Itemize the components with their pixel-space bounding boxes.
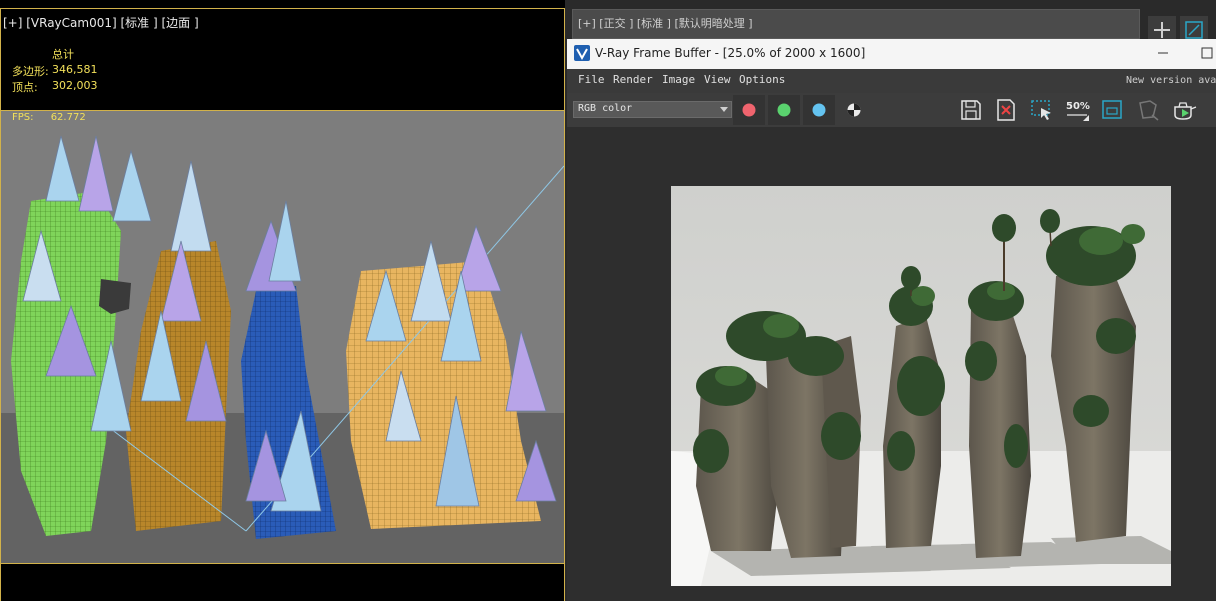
minimize-button[interactable] (1155, 45, 1171, 61)
menu-file[interactable]: File (578, 73, 605, 86)
fps-label: FPS: (12, 112, 34, 123)
clear-image-button[interactable] (991, 95, 1021, 125)
fit-window-button[interactable] (1098, 95, 1128, 125)
clear-image-icon (997, 99, 1015, 121)
zoom-50-label: 50% (1066, 101, 1090, 112)
region-select-icon (1031, 100, 1051, 120)
menu-render[interactable]: Render (613, 73, 653, 86)
shield-icon (1139, 100, 1159, 121)
fps-counter: FPS: 62.772 (12, 112, 86, 123)
vray-logo-icon (574, 45, 590, 61)
teapot-render-icon (1174, 102, 1197, 120)
vert-value: 302,003 (52, 79, 98, 92)
mono-toggle-button[interactable] (838, 95, 870, 125)
poly-label: 多边形: (12, 65, 49, 78)
red-channel-button[interactable] (733, 95, 765, 125)
red-channel-icon (742, 103, 756, 117)
new-version-notice[interactable]: New version ava (1126, 75, 1216, 86)
blue-channel-icon (812, 103, 826, 117)
save-image-button[interactable] (956, 95, 986, 125)
maximize-icon (1201, 47, 1213, 59)
vray-frame-buffer-window[interactable]: V-Ray Frame Buffer - [25.0% of 2000 x 16… (567, 39, 1216, 601)
perspective-viewport[interactable]: [+] [VRayCam001] [标准 ] [边面 ] 总计 多边形: 346… (0, 0, 567, 601)
menu-options[interactable]: Options (739, 73, 785, 86)
blue-channel-button[interactable] (803, 95, 835, 125)
menu-view[interactable]: View (704, 73, 731, 86)
minimize-icon (1158, 52, 1168, 54)
vfb-menu-bar: File Render Image View Options New versi… (567, 69, 1216, 93)
frame-icon (1102, 100, 1122, 119)
vert-label: 顶点: (12, 81, 38, 94)
maximize-button[interactable] (1199, 45, 1215, 61)
viewport-label[interactable]: [+] [VRayCam001] [标准 ] [边面 ] (3, 14, 199, 31)
chevron-down-icon (720, 107, 728, 112)
render-scene (671, 186, 1171, 586)
fps-value: 62.772 (50, 112, 86, 123)
poly-value: 346,581 (52, 63, 98, 76)
vfb-title: V-Ray Frame Buffer - [25.0% of 2000 x 16… (595, 46, 866, 60)
menu-image[interactable]: Image (662, 73, 695, 86)
save-icon (961, 100, 981, 120)
green-channel-button[interactable] (768, 95, 800, 125)
channel-select[interactable]: RGB color (573, 101, 732, 118)
monochrome-icon (847, 103, 861, 117)
stats-header: 总计 (52, 48, 74, 61)
right-viewport-label[interactable]: [+] [正交 ] [标准 ] [默认明暗处理 ] (578, 15, 753, 31)
channel-select-value: RGB color (578, 103, 633, 114)
scene-wireframe (11, 135, 564, 539)
render-teapot-button[interactable] (1168, 95, 1200, 125)
zoom-50-button[interactable]: 50% (1063, 95, 1093, 125)
region-render-button[interactable] (1027, 95, 1057, 125)
rendered-image (671, 186, 1171, 586)
green-channel-icon (777, 103, 791, 117)
lens-effects-button[interactable] (1133, 95, 1163, 125)
vfb-title-bar[interactable]: V-Ray Frame Buffer - [25.0% of 2000 x 16… (567, 39, 1216, 69)
camera-safe-frame (0, 110, 565, 564)
